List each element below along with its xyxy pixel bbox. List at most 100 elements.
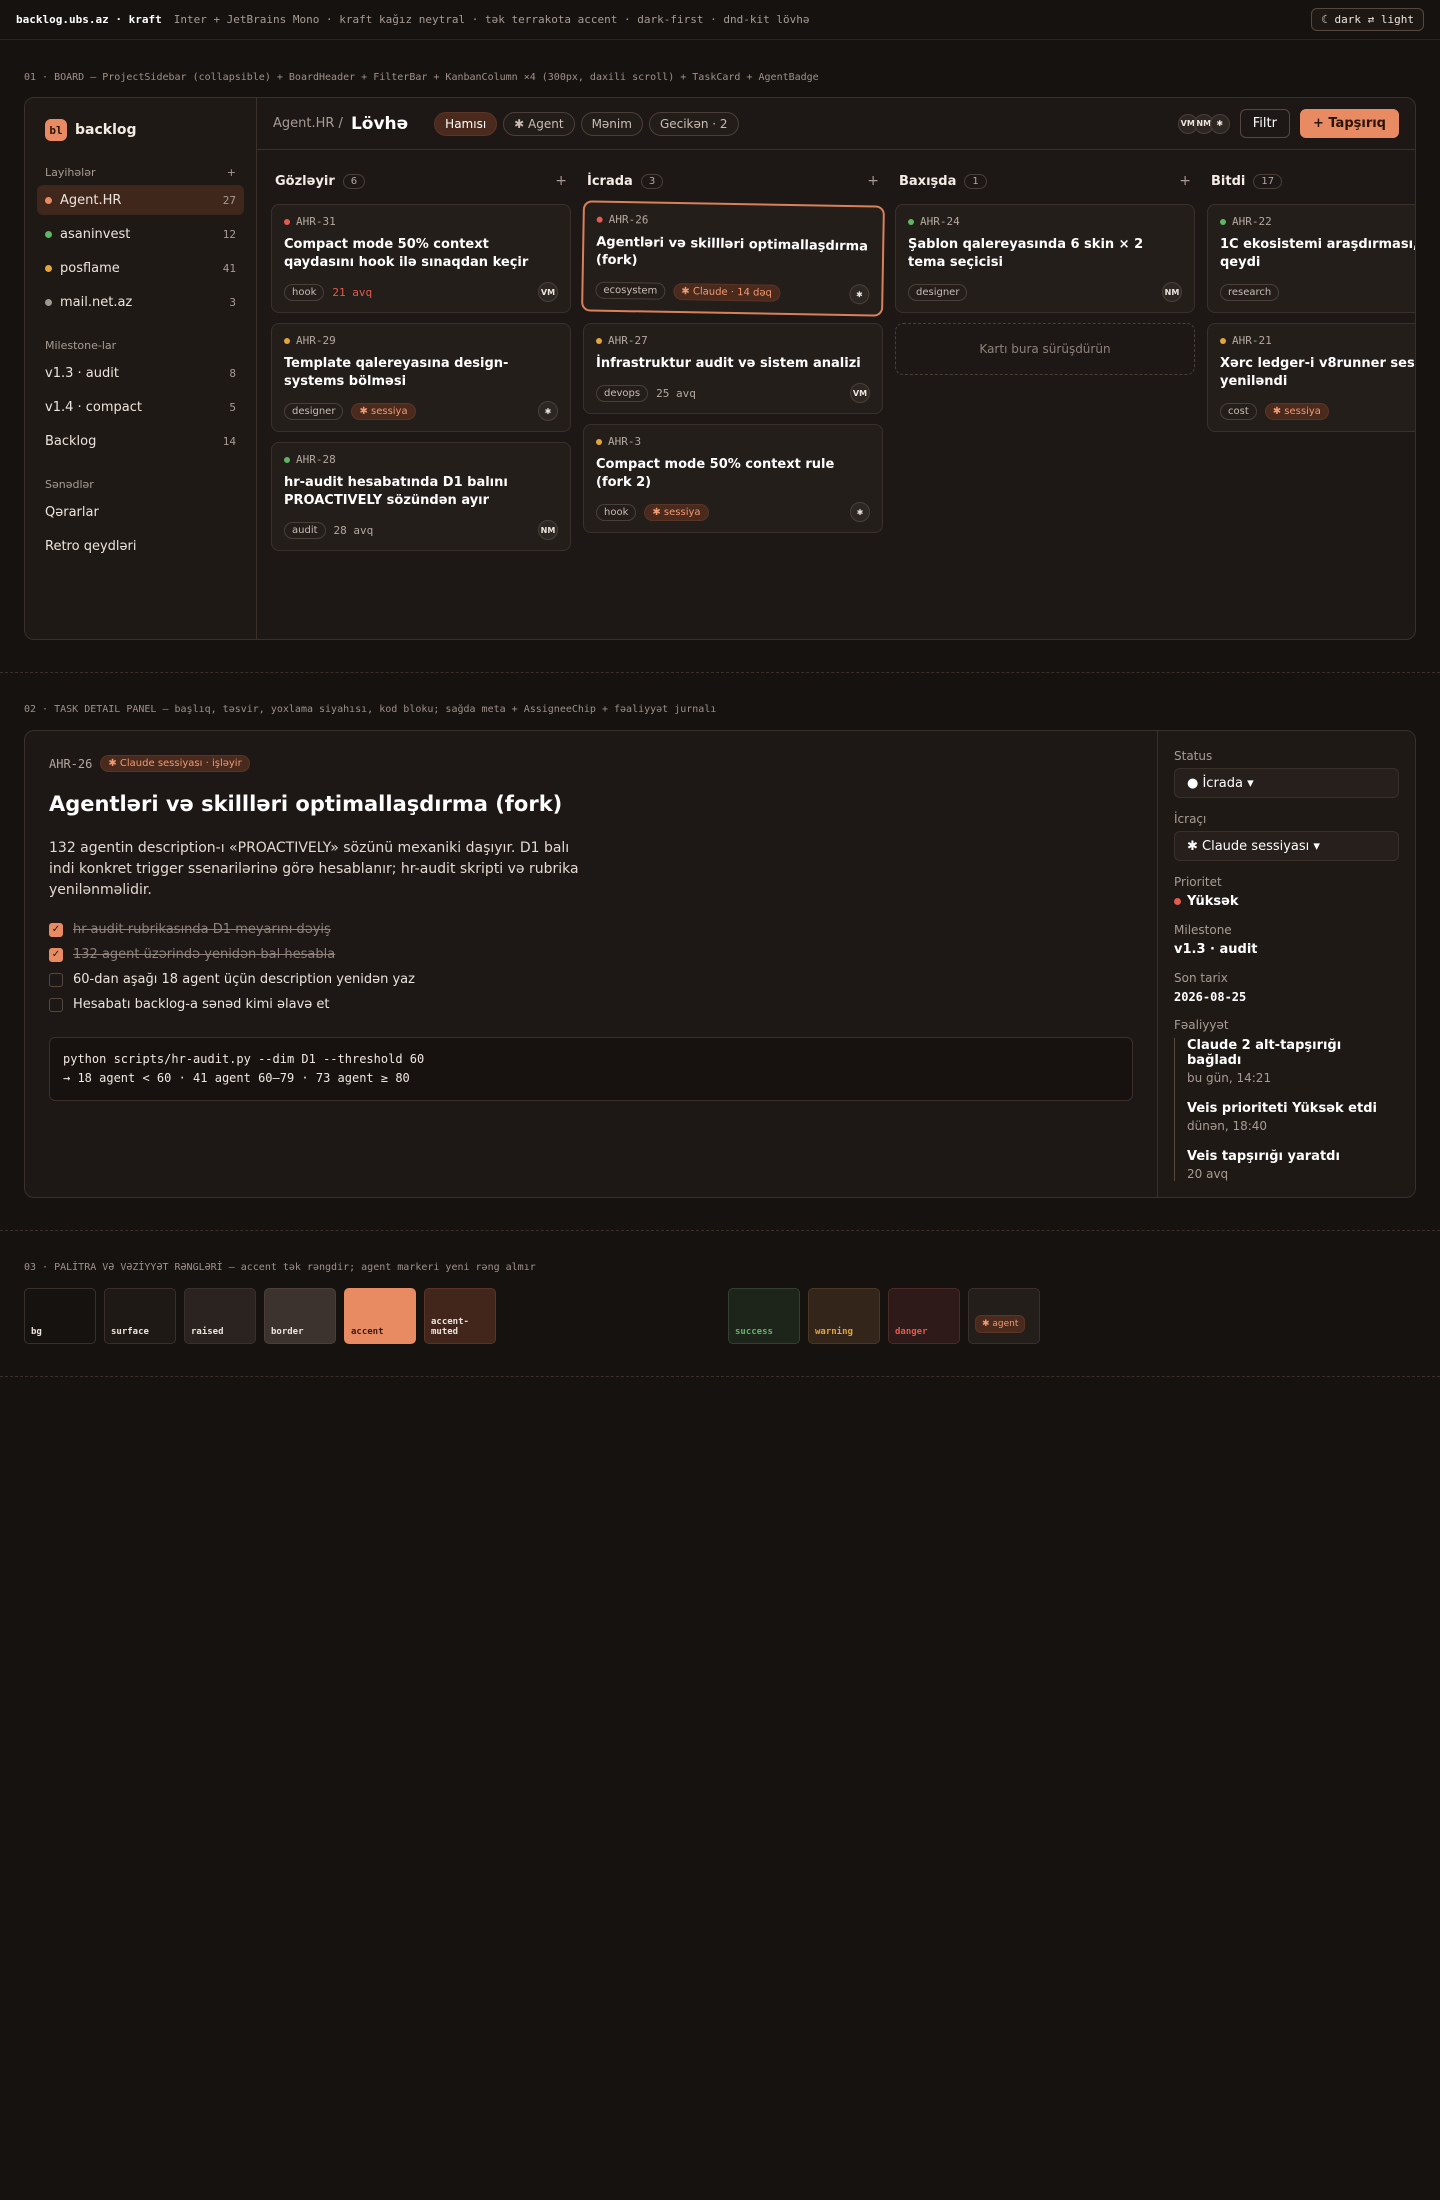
activity-text: Veis tapşırığı yaratdı [1187,1149,1340,1164]
task-card[interactable]: AHR-29 Template qalereyasına design-syste… [271,323,571,432]
checklist-item[interactable]: Hesabatı backlog-a sənəd kimi əlavə et [49,992,1133,1017]
section-detail-label: 02 · TASK DETAIL PANEL — başlıq, təsvir,… [24,704,717,715]
task-card[interactable]: AHR-28 hr-audit hesabatında D1 balını PRO… [271,442,571,551]
checklist-item[interactable]: 60-dan aşağı 18 agent üçün description y… [49,967,1133,992]
column-title: Baxışda [899,173,957,189]
logo[interactable]: bl backlog [45,116,244,144]
task-card[interactable]: AHR-26 Agentləri və skillləri optimallaşd… [582,201,884,316]
status-select[interactable]: ● İcrada ▾ [1174,768,1399,798]
section-palette-label: 03 · PALİTRA VƏ VƏZİYYƏT RƏNGLƏRİ — acce… [24,1262,536,1273]
checkbox[interactable] [49,972,63,987]
task-card[interactable]: AHR-24 Şablon qalereyasında 6 skin × 2 te… [895,204,1195,313]
deadline-label: Son tarix [1174,971,1228,985]
sidebar-project-item[interactable]: mail.net.az 3 [37,287,244,317]
color-swatch: accent [344,1288,416,1344]
task-card[interactable]: AHR-27 İnfrastruktur audit və sistem anal… [583,323,883,414]
checklist-text: 132 agent üzərində yenidən bal hesabla [73,947,336,962]
color-swatch: bg [24,1288,96,1344]
checkbox[interactable]: ✓ [49,947,63,962]
filter-chip[interactable]: Hamısı [434,111,498,136]
milestones-list: v1.3 · audit 8 v1.4 · compact 5 Backlog 14 [37,358,244,456]
task-card-meta: hook ✱ sessiya [596,502,870,522]
sidebar-project-item[interactable]: Agent.HR 27 [37,185,244,215]
sidebar-project-item[interactable]: posflame 41 [37,253,244,283]
sidebar-doc-item[interactable]: Retro qeydləri [37,531,244,561]
projects-list: Agent.HR 27 asaninvest 12 posflame 41 mail.net… [37,185,244,317]
task-description[interactable]: 132 agentin description-ı «PROACTIVELY» … [49,838,589,901]
checkbox[interactable]: ✓ [49,922,63,937]
filter-button[interactable]: Filtr [1239,109,1290,138]
task-card[interactable]: AHR-31 Compact mode 50% context qaydasını… [271,204,571,313]
task-card-id-row: AHR-26 [596,213,871,231]
kanban-column: Bitdi 17 AHR-22 1C ekosistemi araşdırması, … [1207,168,1415,432]
sidebar-doc-item[interactable]: Qərarlar [37,497,244,527]
agent-badge: ✱ Claude · 14 dəq [673,282,781,302]
task-card-id: AHR-28 [296,453,336,466]
column-title: İcrada [587,173,633,189]
priority-text: Yüksək [1187,894,1239,909]
task-tag: devops [596,384,649,402]
add-card-button[interactable]: + [555,173,567,189]
assignee-avatar[interactable]: VM [850,383,870,403]
assignee-avatar[interactable]: NM [538,520,558,540]
task-detail-panel: AHR-26 ✱ Claude sessiyası · işləyir Agen… [24,730,1416,1198]
task-card[interactable]: AHR-22 1C ekosistemi araşdırması, mcp qey… [1207,204,1415,313]
filter-chip[interactable]: Mənim [580,111,643,136]
task-detail-main: AHR-26 ✱ Claude sessiyası · işləyir Agen… [25,731,1157,1197]
sidebar-milestone-item[interactable]: v1.3 · audit 8 [37,358,244,388]
task-tag: hook [284,283,325,301]
breadcrumb[interactable]: Agent.HR / [273,116,343,131]
activity-time: 20 avq [1187,1167,1229,1181]
task-card-id: AHR-24 [920,215,960,228]
assignee-avatar[interactable]: ✱ [538,401,558,421]
add-card-button[interactable]: + [1179,173,1191,189]
color-swatch: ✱ agent [968,1288,1040,1344]
milestone-value[interactable]: v1.3 · audit [1174,942,1399,957]
activity-text: Veis prioriteti Yüksək etdi [1187,1101,1377,1116]
checklist-item[interactable]: ✓ hr-audit rubrikasında D1 meyarını dəyiş [49,917,1133,942]
task-tag: cost [1220,402,1257,420]
add-project-button[interactable]: + [227,166,236,179]
color-swatch: danger [888,1288,960,1344]
project-sidebar: bl backlog Layihələr + Agent.HR 27 asaninv… [25,98,257,639]
deadline-value[interactable]: 2026-08-25 [1174,990,1399,1004]
task-card[interactable]: AHR-3 Compact mode 50% context rule (fork… [583,424,883,533]
add-task-button[interactable]: + Tapşırıq [1299,109,1399,138]
task-card-title: Compact mode 50% context qaydasını hook … [284,237,529,270]
theme-toggle-button[interactable]: ☾ dark ⇄ light [1311,8,1424,31]
column-header: Bitdi 17 [1207,168,1415,194]
filter-chip[interactable]: ✱ Agent [503,111,575,136]
color-swatch: accent-muted [424,1288,496,1344]
section-divider [0,1376,1440,1377]
task-card-id: AHR-29 [296,334,336,347]
task-title[interactable]: Agentləri və skillləri optimallaşdırma (… [49,792,1133,816]
assignee-avatar[interactable]: NM [1162,282,1182,302]
assignee-avatar-stack[interactable]: VM NM ✱ [1177,113,1230,134]
swatch-label: warning [815,1327,853,1337]
sidebar-milestone-item[interactable]: Backlog 14 [37,426,244,456]
due-date: 28 avq [333,523,374,537]
drop-zone[interactable]: Kartı bura sürüşdürün [895,323,1195,375]
checklist: ✓ hr-audit rubrikasında D1 meyarını dəyiş… [49,917,1133,1017]
priority-value[interactable]: Yüksək [1174,894,1399,909]
task-card-meta: ecosystem ✱ Claude · 14 dəq [595,280,869,305]
sidebar-project-item[interactable]: asaninvest 12 [37,219,244,249]
sidebar-milestone-item[interactable]: v1.4 · compact 5 [37,392,244,422]
task-card[interactable]: AHR-21 Xərc ledger-i v8runner sessiyası i… [1207,323,1415,432]
sidebar-item-label: Agent.HR [60,192,122,208]
checklist-item[interactable]: ✓ 132 agent üzərində yenidən bal hesabla [49,942,1133,967]
avatar[interactable]: ✱ [1209,113,1230,134]
add-card-button[interactable]: + [867,173,879,189]
assignee-avatar[interactable]: ✱ [850,502,870,522]
column-title: Bitdi [1211,173,1246,189]
assignee-avatar[interactable]: VM [538,282,558,302]
filter-chip[interactable]: Gecikən · 2 [648,111,739,136]
task-card-id-row: AHR-28 [284,453,558,466]
logo-text: backlog [75,122,137,138]
board-header: Agent.HR / Lövhə Hamısı ✱ Agent Mənim Gecik… [257,98,1415,150]
priority-dot [1174,898,1181,905]
activity-item: Veis prioriteti Yüksək etdi dünən, 18:40 [1187,1101,1399,1133]
assignee-chip[interactable]: ✱ Claude sessiyası ▾ [1174,831,1399,861]
checkbox[interactable] [49,997,63,1012]
top-bar: backlog.ubs.az · kraft Inter + JetBrains… [0,0,1440,40]
